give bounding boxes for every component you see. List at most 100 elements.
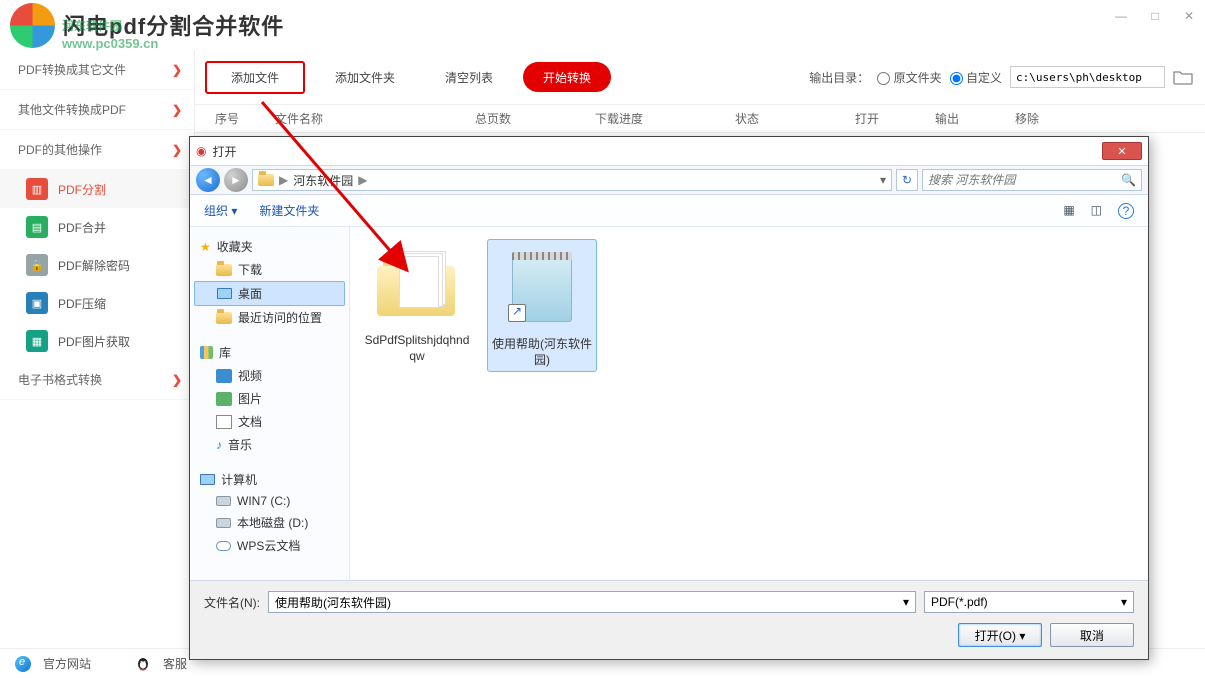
tree-libraries[interactable]: 库	[194, 341, 345, 364]
disk-icon	[216, 518, 231, 528]
filename-input[interactable]: 使用帮助(河东软件园)▾	[268, 591, 916, 613]
nav-back-button[interactable]: ◄	[196, 168, 220, 192]
dialog-footer: 文件名(N): 使用帮助(河东软件园)▾ PDF(*.pdf)▾ 打开(O) ▾…	[190, 580, 1148, 659]
dialog-body: ★收藏夹 下载 桌面 最近访问的位置 库 视频 图片 文档 ♪音乐 计算机 WI…	[190, 227, 1148, 580]
chevron-right-icon: ❯	[172, 373, 182, 387]
dialog-close-button[interactable]: ✕	[1102, 142, 1142, 160]
tree-downloads[interactable]: 下载	[194, 258, 345, 281]
app-logo-icon	[10, 3, 55, 48]
tree-recent[interactable]: 最近访问的位置	[194, 306, 345, 329]
official-site-link[interactable]: 官方网站	[43, 655, 91, 672]
main-window: 闪电pdf分割合并软件 河东软件园 www.pc0359.cn — □ ✕ PD…	[0, 0, 1205, 678]
tree-drive-c[interactable]: WIN7 (C:)	[194, 491, 345, 511]
dialog-app-icon: ◉	[196, 144, 206, 158]
sidebar-item-unlock[interactable]: 🔒PDF解除密码	[0, 246, 194, 284]
document-icon	[216, 415, 232, 429]
file-item-shortcut[interactable]: 使用帮助(河东软件园)	[487, 239, 597, 372]
file-name: 使用帮助(河东软件园)	[491, 337, 593, 368]
music-icon: ♪	[216, 438, 222, 452]
output-radio-source[interactable]: 原文件夹	[877, 69, 941, 86]
ie-icon	[15, 656, 31, 672]
column-headers: 序号 文件名称 总页数 下载进度 状态 打开 输出 移除	[195, 105, 1205, 133]
window-controls: — □ ✕	[1113, 8, 1197, 24]
output-row: 输出目录： 原文件夹 自定义	[809, 66, 1205, 88]
refresh-button[interactable]: ↻	[896, 169, 918, 191]
library-icon	[200, 346, 213, 359]
dialog-search-input[interactable]	[928, 173, 1121, 187]
nav-forward-button[interactable]: ►	[224, 168, 248, 192]
tree-desktop[interactable]: 桌面	[194, 281, 345, 306]
disk-icon	[216, 496, 231, 506]
dropdown-icon: ▾	[1121, 595, 1127, 609]
chevron-right-icon: ❯	[172, 143, 182, 157]
preview-pane-button[interactable]: ◫	[1091, 203, 1102, 219]
tree-pictures[interactable]: 图片	[194, 387, 345, 410]
picture-icon	[216, 392, 232, 406]
dialog-title: 打开	[212, 143, 236, 160]
tree-music[interactable]: ♪音乐	[194, 433, 345, 456]
breadcrumb[interactable]: ▶ 河东软件园 ▶ ▾	[252, 169, 892, 191]
customer-service-link[interactable]: 客服	[163, 655, 187, 672]
start-convert-button[interactable]: 开始转换	[523, 62, 611, 92]
output-path-input[interactable]	[1010, 66, 1165, 88]
video-icon	[216, 369, 232, 383]
file-name: SdPdfSplitshjdqhndqw	[362, 333, 472, 364]
sidebar-cat-other-ops[interactable]: PDF的其他操作❯	[0, 130, 194, 170]
filename-label: 文件名(N):	[204, 594, 260, 611]
open-file-dialog: ◉ 打开 ✕ ◄ ► ▶ 河东软件园 ▶ ▾ ↻ 🔍 组织 ▾ 新建文件夹	[189, 136, 1149, 660]
file-item-folder[interactable]: SdPdfSplitshjdqhndqw	[362, 239, 472, 364]
sidebar-item-split[interactable]: ▥PDF分割	[0, 170, 194, 208]
cancel-button[interactable]: 取消	[1050, 623, 1134, 647]
tree-videos[interactable]: 视频	[194, 364, 345, 387]
qq-icon	[135, 656, 151, 672]
add-folder-button[interactable]: 添加文件夹	[315, 62, 415, 92]
clear-list-button[interactable]: 清空列表	[425, 62, 513, 92]
dialog-titlebar: ◉ 打开 ✕	[190, 137, 1148, 165]
dropdown-icon[interactable]: ▾	[903, 595, 909, 609]
star-icon: ★	[200, 240, 211, 254]
organize-menu[interactable]: 组织 ▾	[204, 202, 237, 219]
recent-icon	[216, 312, 232, 324]
app-title: 闪电pdf分割合并软件	[63, 9, 284, 41]
minimize-button[interactable]: —	[1113, 8, 1129, 24]
folder-icon	[377, 252, 457, 317]
maximize-button[interactable]: □	[1147, 8, 1163, 24]
help-button[interactable]: ?	[1118, 203, 1134, 219]
file-pane[interactable]: SdPdfSplitshjdqhndqw 使用帮助(河东软件园)	[350, 227, 1148, 580]
folder-icon	[258, 174, 274, 186]
sidebar: PDF转换成其它文件❯ 其他文件转换成PDF❯ PDF的其他操作❯ ▥PDF分割…	[0, 50, 195, 648]
chevron-right-icon: ❯	[172, 103, 182, 117]
open-button[interactable]: 打开(O) ▾	[958, 623, 1042, 647]
toolbar: 添加文件 添加文件夹 清空列表 开始转换 输出目录： 原文件夹 自定义	[195, 50, 1205, 105]
tree-computer[interactable]: 计算机	[194, 468, 345, 491]
notepad-shortcut-icon	[502, 252, 582, 324]
dialog-search[interactable]: 🔍	[922, 169, 1142, 191]
add-file-button[interactable]: 添加文件	[205, 61, 305, 94]
tree-documents[interactable]: 文档	[194, 410, 345, 433]
close-button[interactable]: ✕	[1181, 8, 1197, 24]
desktop-icon	[217, 288, 232, 299]
image-icon: ▦	[26, 330, 48, 352]
filetype-select[interactable]: PDF(*.pdf)▾	[924, 591, 1134, 613]
tree-drive-d[interactable]: 本地磁盘 (D:)	[194, 511, 345, 534]
tree-favorites[interactable]: ★收藏夹	[194, 235, 345, 258]
new-folder-button[interactable]: 新建文件夹	[259, 202, 319, 219]
sidebar-item-compress[interactable]: ▣PDF压缩	[0, 284, 194, 322]
sidebar-item-merge[interactable]: ▤PDF合并	[0, 208, 194, 246]
sidebar-cat-convert-to[interactable]: PDF转换成其它文件❯	[0, 50, 194, 90]
folder-icon	[216, 264, 232, 276]
output-radio-custom[interactable]: 自定义	[950, 69, 1002, 86]
sidebar-cat-ebook[interactable]: 电子书格式转换❯	[0, 360, 194, 400]
breadcrumb-segment[interactable]: 河东软件园	[293, 172, 353, 189]
view-mode-button[interactable]: ▦	[1063, 203, 1074, 219]
dialog-nav: ◄ ► ▶ 河东软件园 ▶ ▾ ↻ 🔍	[190, 165, 1148, 195]
compress-icon: ▣	[26, 292, 48, 314]
sidebar-item-extract-images[interactable]: ▦PDF图片获取	[0, 322, 194, 360]
tree-wps-cloud[interactable]: WPS云文档	[194, 534, 345, 557]
lock-icon: 🔒	[26, 254, 48, 276]
output-label: 输出目录：	[809, 69, 869, 86]
browse-folder-icon[interactable]	[1173, 69, 1193, 85]
nav-tree: ★收藏夹 下载 桌面 最近访问的位置 库 视频 图片 文档 ♪音乐 计算机 WI…	[190, 227, 350, 580]
sidebar-cat-convert-from[interactable]: 其他文件转换成PDF❯	[0, 90, 194, 130]
search-icon[interactable]: 🔍	[1121, 173, 1136, 187]
